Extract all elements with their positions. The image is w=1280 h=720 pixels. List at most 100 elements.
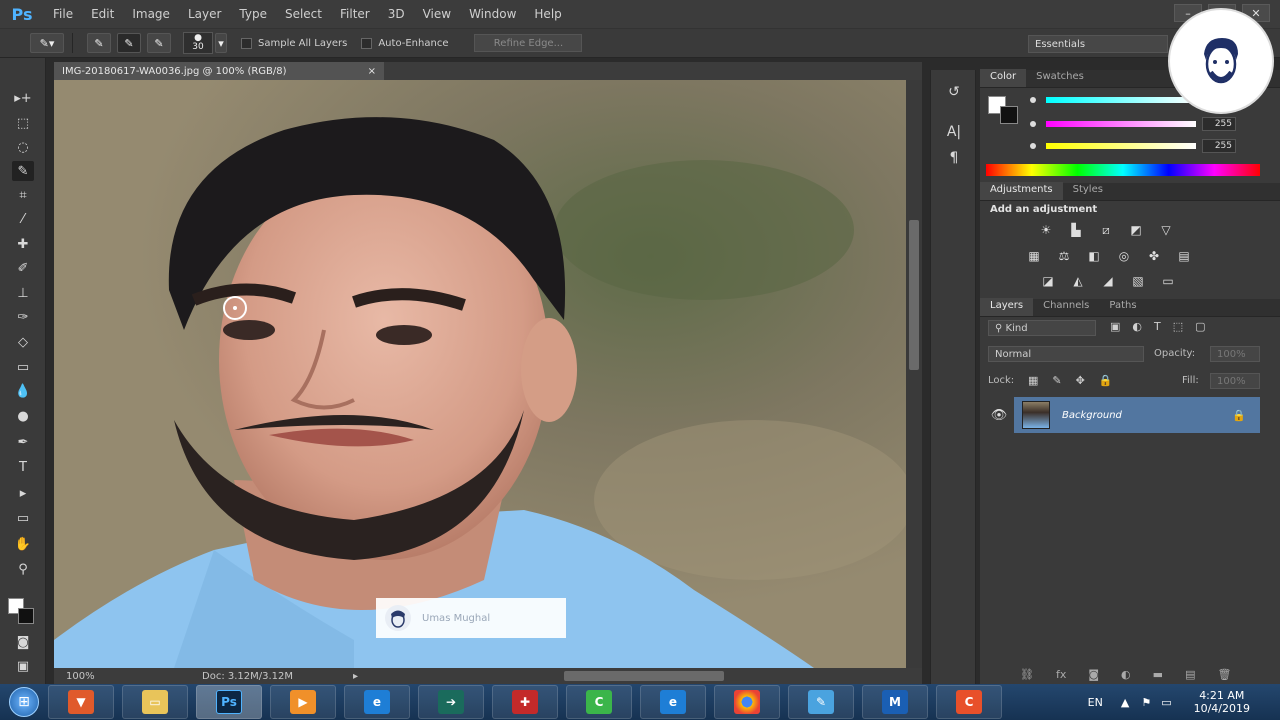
add-to-selection-icon[interactable]: ✎ — [117, 33, 141, 53]
tab-color[interactable]: Color — [980, 69, 1027, 87]
color-balance-icon[interactable]: ⚖ — [1054, 248, 1074, 264]
auto-enhance-checkbox[interactable] — [361, 37, 373, 49]
menu-window[interactable]: Window — [460, 7, 525, 21]
menu-type[interactable]: Type — [230, 7, 276, 21]
tab-layers[interactable]: Layers — [980, 298, 1034, 316]
quick-selection-tool-icon[interactable]: ✎ — [12, 161, 34, 181]
color-slider-g[interactable]: 255 — [1030, 116, 1270, 132]
document-canvas[interactable] — [54, 80, 906, 668]
menu-layer[interactable]: Layer — [179, 7, 230, 21]
filter-smart-object-icon[interactable]: ▢ — [1195, 320, 1205, 333]
taskbar-ie[interactable]: e — [344, 685, 410, 719]
clone-stamp-tool-icon[interactable]: ⊥ — [12, 283, 34, 303]
path-selection-tool-icon[interactable]: ▸ — [12, 483, 34, 503]
brush-size-picker[interactable]: ● 30 — [183, 32, 213, 54]
tab-paths[interactable]: Paths — [1099, 298, 1146, 316]
close-tab-icon[interactable]: × — [368, 66, 376, 77]
tab-channels[interactable]: Channels — [1033, 298, 1099, 316]
pen-tool-icon[interactable]: ✒ — [12, 432, 34, 452]
lock-position-icon[interactable]: ✥ — [1076, 374, 1085, 387]
marquee-tool-icon[interactable]: ⬚ — [12, 113, 34, 133]
menu-edit[interactable]: Edit — [82, 7, 123, 21]
taskbar-app-green[interactable]: ➔ — [418, 685, 484, 719]
zoom-tool-icon[interactable]: ⚲ — [12, 559, 34, 579]
tab-adjustments[interactable]: Adjustments — [980, 182, 1063, 200]
taskbar-media-player[interactable]: ▶ — [270, 685, 336, 719]
language-indicator[interactable]: EN — [1088, 696, 1103, 709]
taskbar-malwarebytes[interactable]: M — [862, 685, 928, 719]
vertical-scrollbar[interactable] — [906, 80, 922, 668]
network-icon[interactable]: ▭ — [1161, 696, 1171, 709]
document-tab[interactable]: IMG-20180617-WA0036.jpg @ 100% (RGB/8) × — [54, 62, 384, 80]
menu-select[interactable]: Select — [276, 7, 331, 21]
taskbar-shield[interactable]: ✚ — [492, 685, 558, 719]
healing-brush-tool-icon[interactable]: ✚ — [12, 234, 34, 254]
lock-all-icon[interactable]: 🔒 — [1099, 374, 1113, 387]
taskbar-brave[interactable]: ▼ — [48, 685, 114, 719]
menu-image[interactable]: Image — [123, 7, 179, 21]
new-selection-icon[interactable]: ✎ — [87, 33, 111, 53]
filter-type-icon[interactable]: T — [1154, 320, 1161, 333]
layer-name[interactable]: Background — [1062, 410, 1232, 421]
fill-field[interactable]: 100% — [1210, 373, 1260, 389]
posterize-icon[interactable]: ◭ — [1068, 273, 1088, 289]
menu-help[interactable]: Help — [525, 7, 570, 21]
horizontal-scroll-thumb[interactable] — [564, 671, 724, 681]
new-group-icon[interactable]: ▬ — [1153, 668, 1163, 681]
sample-all-layers-checkbox[interactable] — [241, 37, 252, 49]
taskbar-explorer[interactable]: ▭ — [122, 685, 188, 719]
tab-swatches[interactable]: Swatches — [1026, 69, 1094, 87]
layer-kind-filter[interactable]: ⚲ Kind — [988, 320, 1096, 336]
type-tool-icon[interactable]: T — [12, 457, 34, 477]
zoom-level[interactable]: 100% — [66, 671, 112, 682]
menu-filter[interactable]: Filter — [331, 7, 379, 21]
layer-background-row[interactable]: 👁 Background 🔒 — [984, 397, 1260, 433]
threshold-icon[interactable]: ◢ — [1098, 273, 1118, 289]
lasso-tool-icon[interactable]: ◌ — [12, 137, 34, 157]
visibility-eye-icon[interactable]: 👁 — [984, 397, 1014, 433]
color-slider-b[interactable]: 255 — [1030, 138, 1270, 154]
black-white-icon[interactable]: ◧ — [1084, 248, 1104, 264]
screen-mode-icon[interactable]: ▣ — [12, 656, 34, 676]
blue-value-field[interactable]: 255 — [1202, 139, 1236, 153]
filter-pixel-icon[interactable]: ▣ — [1110, 320, 1120, 333]
taskbar-camtasia-2[interactable]: C — [936, 685, 1002, 719]
menu-file[interactable]: File — [44, 7, 82, 21]
taskbar-chrome[interactable] — [714, 685, 780, 719]
layer-mask-icon[interactable]: ◙ — [1088, 668, 1099, 681]
filter-shape-icon[interactable]: ⬚ — [1173, 320, 1183, 333]
gradient-tool-icon[interactable]: ▭ — [12, 357, 34, 377]
taskbar-camtasia[interactable]: C — [566, 685, 632, 719]
taskbar-notes[interactable]: ✎ — [788, 685, 854, 719]
levels-icon[interactable]: ▙ — [1066, 222, 1086, 238]
action-center-icon[interactable]: ⚑ — [1141, 696, 1151, 709]
quick-selection-preset-icon[interactable]: ✎▾ — [30, 33, 64, 53]
photo-filter-icon[interactable]: ◎ — [1114, 248, 1134, 264]
menu-3d[interactable]: 3D — [379, 7, 414, 21]
lock-pixels-icon[interactable]: ✎ — [1052, 374, 1061, 387]
sample-all-layers-option[interactable]: Sample All Layers — [241, 37, 347, 49]
link-layers-icon[interactable]: ⛓ — [1020, 668, 1034, 681]
subtract-from-selection-icon[interactable]: ✎ — [147, 33, 171, 53]
color-lookup-icon[interactable]: ▤ — [1174, 248, 1194, 264]
start-button[interactable]: ⊞ — [0, 684, 48, 720]
blend-mode-select[interactable]: Normal — [988, 346, 1144, 362]
delete-layer-icon[interactable]: 🗑 — [1217, 668, 1231, 681]
history-brush-tool-icon[interactable]: ✑ — [12, 307, 34, 327]
channel-mixer-icon[interactable]: ✤ — [1144, 248, 1164, 264]
lock-transparent-icon[interactable]: ▦ — [1028, 374, 1038, 387]
layer-style-icon[interactable]: fx — [1056, 668, 1066, 681]
auto-enhance-option[interactable]: Auto-Enhance — [361, 37, 448, 49]
curves-icon[interactable]: ⧄ — [1096, 222, 1116, 238]
rectangle-tool-icon[interactable]: ▭ — [12, 508, 34, 528]
history-panel-icon[interactable]: ↺ — [943, 82, 965, 102]
exposure-icon[interactable]: ◩ — [1126, 222, 1146, 238]
vertical-scroll-thumb[interactable] — [909, 220, 919, 370]
eraser-tool-icon[interactable]: ◇ — [12, 332, 34, 352]
new-adjustment-layer-icon[interactable]: ◐ — [1121, 668, 1131, 681]
color-background-swatch[interactable] — [1000, 106, 1018, 124]
invert-icon[interactable]: ◪ — [1038, 273, 1058, 289]
quick-mask-icon[interactable]: ◙ — [12, 632, 34, 652]
gradient-map-icon[interactable]: ▭ — [1158, 273, 1178, 289]
vibrance-icon[interactable]: ▽ — [1156, 222, 1176, 238]
